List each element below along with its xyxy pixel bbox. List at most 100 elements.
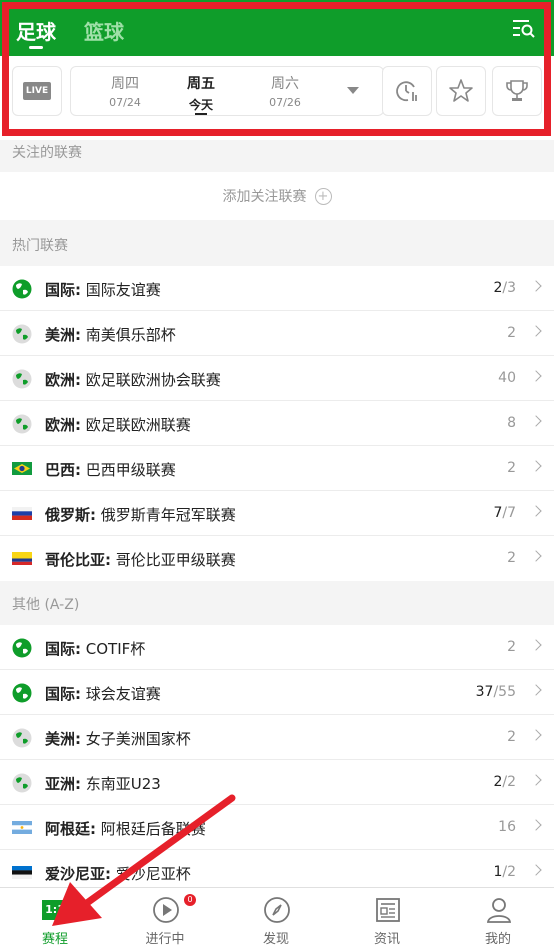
favorites-button[interactable] [436, 66, 486, 116]
league-label: 巴西: 巴西甲级联赛 [45, 459, 176, 480]
league-row[interactable]: 巴西: 巴西甲级联赛 2 [0, 446, 554, 491]
globe-icon [12, 683, 32, 703]
time-sort-button[interactable] [382, 66, 432, 116]
globe-icon [12, 369, 32, 389]
chevron-right-icon [530, 819, 542, 831]
league-row[interactable]: 亚洲: 东南亚U23 2/2 [0, 760, 554, 805]
league-label: 俄罗斯: 俄罗斯青年冠军联赛 [45, 504, 236, 525]
league-label: 国际: COTIF杯 [45, 638, 145, 659]
colombia-flag-icon [12, 552, 32, 565]
globe-icon [12, 728, 32, 748]
league-row[interactable]: 俄罗斯: 俄罗斯青年冠军联赛 7/7 [0, 491, 554, 536]
nav-label: 赛程 [41, 932, 68, 947]
russia-flag-icon [12, 507, 32, 520]
calendar-dropdown-icon[interactable] [347, 87, 359, 94]
league-label: 美洲: 南美俱乐部杯 [45, 324, 176, 345]
live-count: 37 [475, 684, 494, 700]
match-count: 1/2 [493, 864, 516, 880]
trophy-icon [506, 80, 528, 101]
league-region: 国际: [45, 685, 81, 703]
league-row[interactable]: 阿根廷: 阿根廷后备联赛 16 [0, 805, 554, 850]
league-name: 欧足联欧洲协会联赛 [85, 371, 221, 389]
match-count: 2/3 [493, 280, 516, 296]
live-count-badge: 0 [184, 894, 196, 906]
day-thursday[interactable]: 周四 07/24 [95, 73, 155, 109]
league-label: 国际: 国际友谊赛 [45, 279, 161, 300]
league-row[interactable]: 国际: 球会友谊赛 37/55 [0, 670, 554, 715]
league-label: 阿根廷: 阿根廷后备联赛 [45, 818, 206, 839]
total-count: /2 [502, 774, 516, 790]
league-name: 国际友谊赛 [85, 281, 161, 299]
match-count: 16 [498, 819, 516, 835]
nav-profile[interactable]: 我的 [443, 888, 553, 949]
chevron-right-icon [530, 505, 542, 517]
compass-icon [264, 897, 290, 923]
chevron-right-icon [530, 370, 542, 382]
total-count: /7 [502, 505, 516, 521]
globe-icon [12, 414, 32, 434]
nav-schedule[interactable]: 1:1 赛程 [0, 888, 110, 949]
day-weekday: 周五 [187, 76, 215, 92]
section-title-other: 其他 (A-Z) [12, 597, 80, 613]
chevron-right-icon [530, 550, 542, 562]
league-row[interactable]: 欧洲: 欧足联欧洲协会联赛 40 [0, 356, 554, 401]
nav-news[interactable]: 资讯 [332, 888, 442, 949]
league-row[interactable]: 国际: 国际友谊赛 2/3 [0, 266, 554, 311]
league-row[interactable]: 欧洲: 欧足联欧洲联赛 8 [0, 401, 554, 446]
tab-football[interactable]: 足球 [16, 16, 56, 45]
total-count: 2 [507, 729, 516, 745]
league-name: 欧足联欧洲联赛 [85, 416, 191, 434]
day-friday[interactable]: 周五 今天 [171, 73, 231, 113]
match-count: 37/55 [476, 684, 516, 700]
league-row[interactable]: 美洲: 女子美洲国家杯 2 [0, 715, 554, 760]
match-count: 2 [507, 325, 516, 341]
league-region: 国际: [45, 640, 81, 658]
plus-icon: + [314, 187, 332, 205]
chevron-right-icon [530, 684, 542, 696]
add-followed-league[interactable]: 添加关注联赛 + [0, 172, 554, 220]
live-button[interactable]: LIVE [12, 66, 62, 116]
match-count: 2 [507, 460, 516, 476]
bottom-nav: 1:1 赛程 0 进行中 发现 资讯 我的 [0, 887, 554, 949]
filter-search-icon[interactable] [512, 18, 536, 38]
globe-icon [12, 324, 32, 344]
globe-icon [12, 279, 32, 299]
tab-basketball[interactable]: 篮球 [84, 16, 124, 45]
total-count: 16 [498, 819, 516, 835]
day-date: 今天 [188, 98, 213, 112]
day-saturday[interactable]: 周六 07/26 [255, 73, 315, 109]
league-label: 欧洲: 欧足联欧洲联赛 [45, 414, 191, 435]
nav-discover[interactable]: 发现 [221, 888, 331, 949]
total-count: 2 [507, 460, 516, 476]
league-row[interactable]: 美洲: 南美俱乐部杯 2 [0, 311, 554, 356]
league-label: 国际: 球会友谊赛 [45, 683, 161, 704]
nav-label: 我的 [484, 932, 511, 947]
total-count: /2 [502, 864, 516, 880]
match-count: 2 [507, 729, 516, 745]
day-weekday: 周四 [111, 76, 139, 92]
match-count: 7/7 [493, 505, 516, 521]
section-title-followed: 关注的联赛 [12, 145, 82, 161]
total-count: 2 [507, 325, 516, 341]
chevron-right-icon [530, 639, 542, 651]
league-region: 美洲: [45, 326, 81, 344]
chevron-right-icon [530, 280, 542, 292]
nav-live[interactable]: 0 进行中 [110, 888, 220, 949]
nav-label: 发现 [262, 932, 289, 947]
league-row[interactable]: 哥伦比亚: 哥伦比亚甲级联赛 2 [0, 536, 554, 581]
league-region: 阿根廷: [45, 820, 96, 838]
league-label: 哥伦比亚: 哥伦比亚甲级联赛 [45, 549, 236, 570]
play-icon [153, 897, 179, 923]
trophy-button[interactable] [492, 66, 542, 116]
globe-icon [12, 638, 32, 658]
date-bar: LIVE 周四 07/24 周五 今天 周六 07/26 [12, 66, 542, 118]
league-row[interactable]: 国际: COTIF杯 2 [0, 625, 554, 670]
league-region: 爱沙尼亚: [45, 865, 111, 883]
chevron-right-icon [530, 325, 542, 337]
league-name: 俄罗斯青年冠军联赛 [100, 506, 236, 524]
league-region: 欧洲: [45, 371, 81, 389]
nav-label: 进行中 [145, 932, 185, 947]
day-underline [195, 113, 207, 115]
league-name: 哥伦比亚甲级联赛 [115, 551, 236, 569]
total-count: /3 [502, 280, 516, 296]
